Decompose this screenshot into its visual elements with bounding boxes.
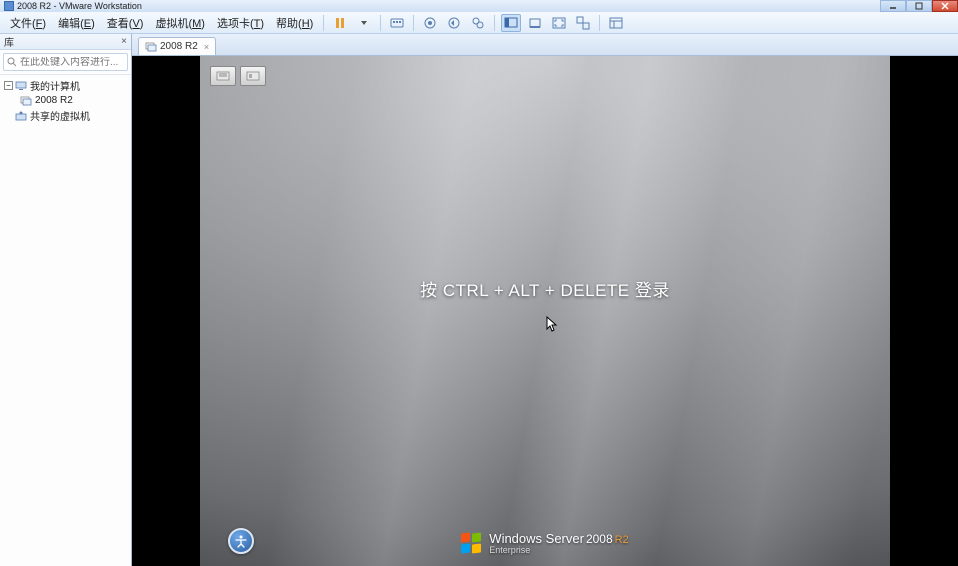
computer-icon	[15, 81, 27, 91]
tree-my-computer[interactable]: − 我的计算机	[2, 78, 129, 93]
window-controls	[880, 0, 958, 12]
tree-vm-2008r2[interactable]: 2008 R2	[2, 93, 129, 108]
close-button[interactable]	[932, 0, 958, 12]
tree-collapse-icon[interactable]: −	[4, 81, 13, 90]
tab-close-button[interactable]: ×	[204, 42, 209, 52]
library-close-button[interactable]: ×	[121, 36, 127, 47]
windows-flag-icon	[461, 533, 483, 555]
vm-icon	[20, 96, 32, 106]
library-tree: − 我的计算机 2008 R2 共享的虚拟机	[0, 75, 131, 126]
pause-button[interactable]	[330, 14, 350, 32]
menu-vm[interactable]: 虚拟机(M)	[149, 13, 211, 33]
toolbar-separator	[413, 15, 414, 31]
unity-button[interactable]	[573, 14, 593, 32]
search-icon	[7, 57, 17, 67]
menu-help[interactable]: 帮助(H)	[270, 13, 319, 33]
brand-suffix: R2	[615, 534, 629, 546]
maximize-button[interactable]	[906, 0, 932, 12]
guest-lang-button-1[interactable]	[210, 66, 236, 86]
toolbar-separator	[599, 15, 600, 31]
revert-snapshot-button[interactable]	[444, 14, 464, 32]
vm-screen-wrap: 按 CTRL + ALT + DELETE 登录 Windows Server2…	[132, 56, 958, 566]
guest-language-bar	[210, 66, 266, 86]
vm-icon	[145, 42, 157, 52]
brand-edition: Enterprise	[489, 546, 628, 556]
snapshot-manager-button[interactable]	[468, 14, 488, 32]
tree-label: 共享的虚拟机	[30, 108, 90, 123]
send-cad-button[interactable]	[387, 14, 407, 32]
tree-label: 2008 R2	[35, 95, 73, 106]
menubar: 文件(F) 编辑(E) 查看(V) 虚拟机(M) 选项卡(T) 帮助(H)	[0, 12, 958, 34]
tree-shared-vms[interactable]: 共享的虚拟机	[2, 108, 129, 123]
minimize-button[interactable]	[880, 0, 906, 12]
stretch-guest-button[interactable]	[525, 14, 545, 32]
vm-guest-screen[interactable]: 按 CTRL + ALT + DELETE 登录 Windows Server2…	[200, 56, 890, 566]
library-search-input[interactable]	[20, 57, 124, 68]
toolbar-separator	[323, 15, 324, 31]
menu-tabs[interactable]: 选项卡(T)	[211, 13, 270, 33]
menu-view[interactable]: 查看(V)	[101, 13, 150, 33]
tree-label: 我的计算机	[30, 78, 80, 93]
snapshot-button[interactable]	[420, 14, 440, 32]
toolbar-separator	[380, 15, 381, 31]
library-search-wrap	[0, 50, 131, 75]
brand-year: 2008	[586, 532, 613, 546]
tab-label: 2008 R2	[160, 41, 198, 52]
tab-2008r2[interactable]: 2008 R2 ×	[138, 37, 216, 55]
power-dropdown-button[interactable]	[354, 14, 374, 32]
library-title: 库	[4, 34, 14, 49]
brand-main: Windows Server	[489, 531, 584, 546]
login-prompt: 按 CTRL + ALT + DELETE 登录	[200, 276, 890, 301]
library-panel: 库 × − 我的计算机 2008 R2 共享的虚拟机	[0, 34, 132, 566]
windows-branding: Windows Server2008R2 Enterprise	[200, 532, 890, 556]
app-icon	[4, 1, 14, 11]
library-header: 库 ×	[0, 34, 131, 50]
toolbar-separator	[494, 15, 495, 31]
menu-edit[interactable]: 编辑(E)	[52, 13, 101, 33]
mouse-cursor-icon	[546, 316, 558, 334]
menu-file[interactable]: 文件(F)	[4, 13, 52, 33]
library-search-box[interactable]	[3, 53, 128, 71]
guest-lang-button-2[interactable]	[240, 66, 266, 86]
show-console-button[interactable]	[501, 14, 521, 32]
main-area: 2008 R2 × 按 CTRL + ALT + DELETE 登录	[132, 34, 958, 566]
window-titlebar: 2008 R2 - VMware Workstation	[0, 0, 958, 12]
fullscreen-button[interactable]	[549, 14, 569, 32]
shared-icon	[15, 111, 27, 121]
branding-text: Windows Server2008R2 Enterprise	[489, 532, 628, 556]
tab-bar: 2008 R2 ×	[132, 34, 958, 56]
library-toggle-button[interactable]	[606, 14, 626, 32]
window-title: 2008 R2 - VMware Workstation	[17, 1, 142, 11]
